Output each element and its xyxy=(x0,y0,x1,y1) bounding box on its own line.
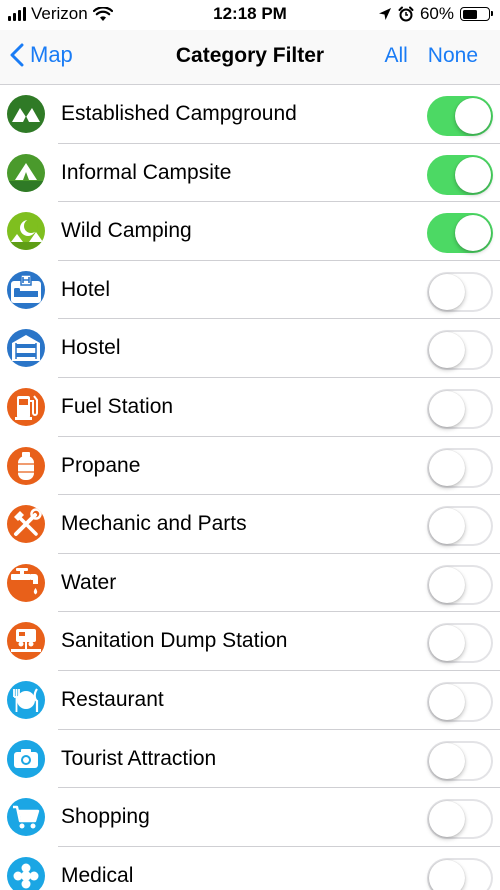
category-row: Sanitation Dump Station xyxy=(0,612,500,671)
location-arrow-icon xyxy=(378,8,391,20)
tent-icon xyxy=(7,153,45,192)
screen: Verizon 12:18 PM 60% Map Category Filter… xyxy=(0,0,500,890)
dump-station-icon xyxy=(7,622,45,661)
category-label: Propane xyxy=(61,453,141,477)
bunk-bed-icon xyxy=(7,329,45,368)
category-row: Informal Campsite xyxy=(0,144,500,203)
water-faucet-icon xyxy=(7,563,45,602)
propane-tank-icon xyxy=(7,446,45,485)
battery-percent: 60% xyxy=(419,4,454,23)
fuel-pump-icon xyxy=(7,387,45,426)
hotel-bed-icon xyxy=(7,270,45,309)
category-toggle[interactable] xyxy=(427,447,493,488)
status-bar: Verizon 12:18 PM 60% xyxy=(0,0,500,30)
category-row: Hotel xyxy=(0,261,500,320)
category-row: Fuel Station xyxy=(0,378,500,437)
category-label: Sanitation Dump Station xyxy=(61,629,288,653)
category-toggle[interactable] xyxy=(427,564,493,605)
select-none-button[interactable]: None xyxy=(428,44,478,68)
camera-icon xyxy=(7,739,45,778)
battery-icon xyxy=(460,7,493,21)
category-row: Established Campground xyxy=(0,85,500,144)
category-label: Wild Camping xyxy=(61,219,192,243)
category-toggle[interactable] xyxy=(427,213,493,254)
nav-bar: Map Category Filter All None xyxy=(0,30,500,85)
category-row: Mechanic and Parts xyxy=(0,495,500,554)
category-label: Hostel xyxy=(61,336,121,360)
category-toggle[interactable] xyxy=(427,623,493,664)
category-label: Established Campground xyxy=(61,102,297,125)
category-label: Fuel Station xyxy=(61,394,174,418)
category-toggle[interactable] xyxy=(427,330,493,371)
status-right: 60% xyxy=(378,4,493,24)
category-row: Tourist Attraction xyxy=(0,730,500,789)
moon-tent-icon xyxy=(7,212,45,251)
category-toggle[interactable] xyxy=(427,799,493,840)
category-label: Water xyxy=(61,570,117,594)
category-label: Restaurant xyxy=(61,687,164,711)
category-label: Shopping xyxy=(61,805,150,829)
category-toggle[interactable] xyxy=(427,154,493,195)
category-row: Wild Camping xyxy=(0,202,500,261)
category-row: Propane xyxy=(0,437,500,496)
category-toggle[interactable] xyxy=(427,857,493,890)
category-toggle[interactable] xyxy=(427,388,493,429)
fork-knife-icon xyxy=(7,680,45,719)
category-row: Water xyxy=(0,554,500,613)
category-label: Hotel xyxy=(61,277,111,301)
select-all-button[interactable]: All xyxy=(384,44,407,68)
category-label: Informal Campsite xyxy=(61,160,232,184)
category-toggle[interactable] xyxy=(427,506,493,547)
category-row: Hostel xyxy=(0,319,500,378)
nav-actions: All None xyxy=(384,44,478,68)
category-label: Medical xyxy=(61,863,134,887)
alarm-clock-icon xyxy=(398,6,414,22)
category-row: Restaurant xyxy=(0,671,500,730)
category-label: Mechanic and Parts xyxy=(61,512,247,536)
wrench-hammer-icon xyxy=(7,505,45,544)
category-row: Shopping xyxy=(0,788,500,847)
category-toggle[interactable] xyxy=(427,271,493,312)
category-toggle[interactable] xyxy=(427,740,493,781)
category-label: Tourist Attraction xyxy=(61,746,217,770)
tent-mountains-icon xyxy=(7,95,45,133)
shopping-cart-icon xyxy=(7,798,45,837)
category-toggle[interactable] xyxy=(427,96,493,136)
category-toggle[interactable] xyxy=(427,681,493,722)
medical-icon xyxy=(7,856,45,890)
category-row: Medical xyxy=(0,847,500,890)
category-list: Established Campground Informal Campsite… xyxy=(0,85,500,890)
